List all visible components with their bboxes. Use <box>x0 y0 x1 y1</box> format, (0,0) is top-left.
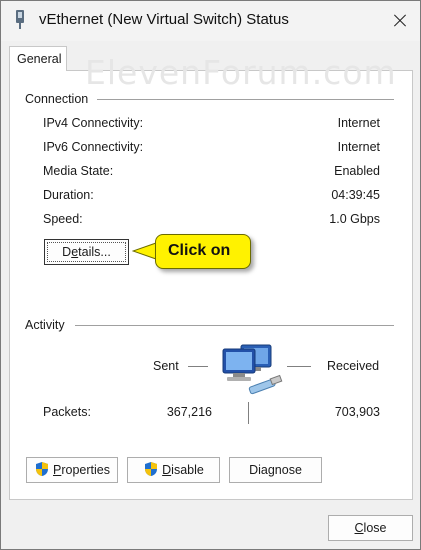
sent-line <box>188 366 208 367</box>
packets-divider <box>248 402 249 424</box>
received-label: Received <box>327 359 380 373</box>
status-dialog: vEthernet (New Virtual Switch) Status Ge… <box>0 0 421 550</box>
tab-general-label: General <box>17 52 62 66</box>
tab-general[interactable]: General <box>9 46 67 71</box>
media-state-label: Media State: <box>43 164 114 178</box>
close-button[interactable]: Close <box>328 515 413 541</box>
duration-label: Duration: <box>43 188 94 202</box>
duration-value: 04:39:45 <box>331 188 380 202</box>
properties-button[interactable]: Properties <box>26 457 118 483</box>
diagnose-button[interactable]: Diagnose <box>229 457 322 483</box>
network-computers-icon <box>222 344 283 395</box>
received-packets-value: 703,903 <box>334 405 380 419</box>
disable-button[interactable]: Disable <box>127 457 220 483</box>
ipv6-label: IPv6 Connectivity: <box>43 140 144 154</box>
network-adapter-icon <box>16 10 24 29</box>
activity-heading: Activity <box>25 318 65 332</box>
speed-value: 1.0 Gbps <box>329 212 380 226</box>
watermark: ElevenForum.com <box>85 53 397 92</box>
connection-divider <box>97 99 394 100</box>
speed-label: Speed: <box>43 212 83 226</box>
callout-text: Click on <box>168 242 231 259</box>
shield-icon <box>36 462 48 476</box>
activity-divider <box>75 325 394 326</box>
general-panel <box>9 70 413 500</box>
media-state-value: Enabled <box>334 164 380 178</box>
ipv6-value: Internet <box>337 140 380 154</box>
connection-heading: Connection <box>25 92 89 106</box>
click-on-callout: Click on <box>155 234 251 269</box>
title-bar[interactable]: vEthernet (New Virtual Switch) Status <box>1 1 420 41</box>
ipv4-value: Internet <box>337 116 380 130</box>
close-window-icon[interactable] <box>385 7 415 35</box>
sent-packets-value: 367,216 <box>166 405 212 419</box>
window-title: vEthernet (New Virtual Switch) Status <box>39 11 289 28</box>
sent-label: Sent <box>153 359 179 373</box>
shield-icon <box>145 462 158 476</box>
details-button[interactable]: Details... <box>44 239 129 265</box>
packets-label: Packets: <box>43 405 91 419</box>
ipv4-label: IPv4 Connectivity: <box>43 116 144 130</box>
